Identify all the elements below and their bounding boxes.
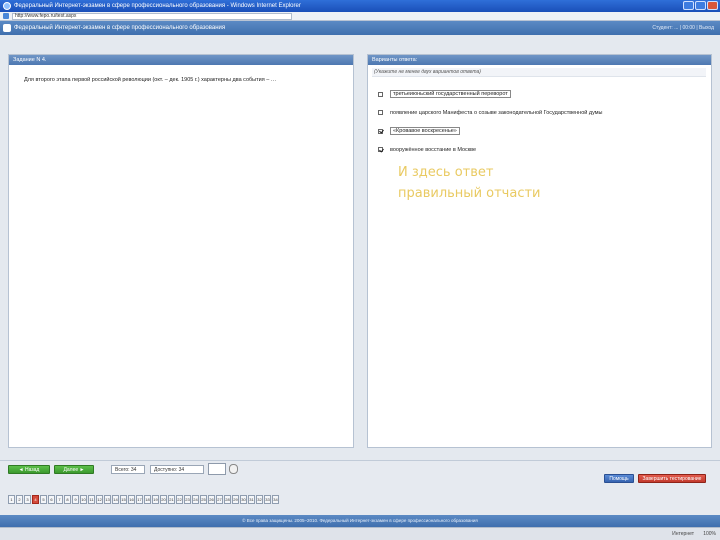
minimize-button[interactable] <box>683 1 694 10</box>
ie-icon <box>3 2 11 10</box>
question-number-button[interactable]: 27 <box>216 495 223 504</box>
question-header: Задание N 4. <box>9 55 353 65</box>
option-label: вооружённое восстание в Москве <box>390 146 477 153</box>
answer-option[interactable]: появление царского Манифеста о созыве за… <box>378 104 708 123</box>
page-footer: © Все права защищены. 2005–2010. Федерал… <box>0 515 720 527</box>
header-info: Студент: ... | 00:00 | Выход <box>652 25 714 31</box>
question-number-button[interactable]: 19 <box>152 495 159 504</box>
question-number-button[interactable]: 31 <box>248 495 255 504</box>
question-number-button[interactable]: 16 <box>128 495 135 504</box>
question-number-button[interactable]: 30 <box>240 495 247 504</box>
option-label: «Кровавое воскресенье» <box>390 127 460 136</box>
url-input[interactable]: http://www.fepo.ru/test.aspx <box>12 13 292 20</box>
question-number-button[interactable]: 32 <box>256 495 263 504</box>
zoom-level[interactable]: 100% <box>703 528 716 540</box>
question-number-button[interactable]: 14 <box>112 495 119 504</box>
question-number-button[interactable]: 10 <box>80 495 87 504</box>
status-bar: Интернет 100% <box>0 527 720 540</box>
answers-panel: Варианты ответа: (Укажите не менее двух … <box>367 54 712 448</box>
answer-options: третьеиюньский государственный переворот… <box>378 85 708 159</box>
question-number-button[interactable]: 33 <box>264 495 271 504</box>
option-label: третьеиюньский государственный переворот <box>390 90 511 99</box>
question-number-button[interactable]: 3 <box>24 495 31 504</box>
answer-option[interactable]: «Кровавое воскресенье» <box>378 122 708 141</box>
question-number-button[interactable]: 21 <box>168 495 175 504</box>
back-button[interactable]: ◄ Назад <box>8 465 50 474</box>
question-number-button[interactable]: 12 <box>96 495 103 504</box>
question-number-button[interactable]: 11 <box>88 495 95 504</box>
question-number-button[interactable]: 13 <box>104 495 111 504</box>
question-number-bar: 1 2 3 4 5 6 7 8 9 10 11 12 13 14 15 16 17 18 19 20 21 22 23 24 2… <box>8 495 279 504</box>
app-title: Федеральный Интернет-экзамен в сфере про… <box>14 25 226 31</box>
question-number-button[interactable]: 28 <box>224 495 231 504</box>
security-zone: Интернет <box>672 531 694 537</box>
help-button[interactable]: Помощь <box>604 474 634 483</box>
total-counter: Всего: 34 <box>111 465 145 474</box>
window-titlebar: Федеральный Интернет-экзамен в сфере про… <box>0 0 720 12</box>
answers-instruction: (Укажите не менее двух вариантов ответа) <box>372 68 706 77</box>
question-number-button[interactable]: 29 <box>232 495 239 504</box>
question-panel: Задание N 4. Для второго этапа первой ро… <box>8 54 354 448</box>
question-number-button[interactable]: 8 <box>64 495 71 504</box>
question-number-button[interactable]: 4 <box>32 495 39 504</box>
question-number-button[interactable]: 6 <box>48 495 55 504</box>
finish-test-button[interactable]: Завершить тестирование <box>638 474 706 483</box>
question-number-button[interactable]: 23 <box>184 495 191 504</box>
option-checkbox-2[interactable] <box>378 110 383 116</box>
question-number-button[interactable]: 5 <box>40 495 47 504</box>
question-number-button[interactable]: 24 <box>192 495 199 504</box>
close-window-button[interactable] <box>707 1 718 10</box>
question-number-button[interactable]: 1 <box>8 495 15 504</box>
question-number-button[interactable]: 18 <box>144 495 151 504</box>
question-number-button[interactable]: 34 <box>272 495 279 504</box>
option-label: появление царского Манифеста о созыве за… <box>390 109 603 116</box>
logo-icon <box>3 24 11 32</box>
option-checkbox-3[interactable] <box>378 128 383 134</box>
answer-option[interactable]: вооружённое восстание в Москве <box>378 141 708 160</box>
question-number-button[interactable]: 15 <box>120 495 127 504</box>
answer-option[interactable]: третьеиюньский государственный переворот <box>378 85 708 104</box>
maximize-button[interactable] <box>695 1 706 10</box>
address-bar: http://www.fepo.ru/test.aspx <box>0 12 720 21</box>
question-number-button[interactable]: 22 <box>176 495 183 504</box>
available-counter: Доступно: 34 <box>150 465 204 474</box>
timer-box <box>208 463 226 475</box>
page-icon <box>3 13 9 19</box>
timer-knob[interactable] <box>229 464 238 474</box>
question-number-button[interactable]: 2 <box>16 495 23 504</box>
app-header: Федеральный Интернет-экзамен в сфере про… <box>0 21 720 35</box>
annotation-line-1: И здесь ответ <box>398 165 494 180</box>
bottom-toolbar: ◄ Назад Далее ► Всего: 34 Доступно: 34 П… <box>0 460 720 515</box>
annotation-text: И здесь ответ правильный отчасти <box>398 162 618 204</box>
window-title: Федеральный Интернет-экзамен в сфере про… <box>14 3 301 9</box>
annotation-line-2: правильный отчасти <box>398 186 541 201</box>
window-controls <box>683 1 718 10</box>
forward-button[interactable]: Далее ► <box>54 465 94 474</box>
question-number-button[interactable]: 20 <box>160 495 167 504</box>
question-text: Для второго этапа первой российской рево… <box>24 77 277 83</box>
answers-header: Варианты ответа: <box>368 55 711 65</box>
question-number-button[interactable]: 9 <box>72 495 79 504</box>
question-number-button[interactable]: 26 <box>208 495 215 504</box>
option-checkbox-1[interactable] <box>378 91 383 97</box>
question-number-button[interactable]: 17 <box>136 495 143 504</box>
option-checkbox-4[interactable] <box>378 147 383 153</box>
question-number-button[interactable]: 7 <box>56 495 63 504</box>
question-number-button[interactable]: 25 <box>200 495 207 504</box>
